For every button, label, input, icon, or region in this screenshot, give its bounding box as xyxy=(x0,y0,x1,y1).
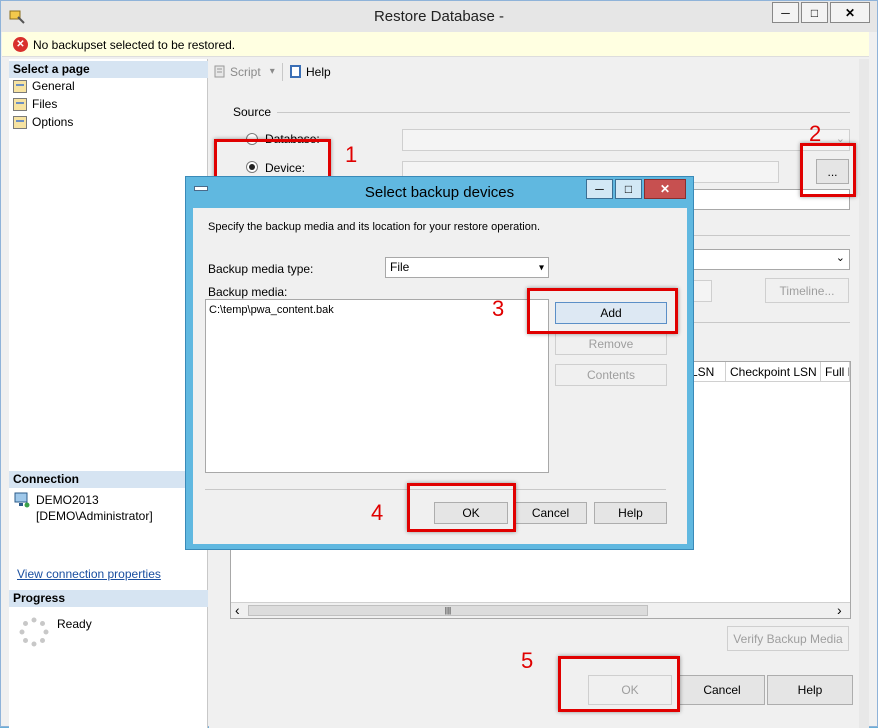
horizontal-scrollbar[interactable]: ‹ ||| › xyxy=(231,602,850,618)
destination-group-line xyxy=(679,235,850,236)
progress-spinner-icon xyxy=(18,616,50,648)
window-titlebar[interactable]: Restore Database - ─ □ ✕ xyxy=(1,1,877,32)
toolbar-separator xyxy=(282,63,283,81)
cancel-button[interactable]: Cancel xyxy=(679,675,765,705)
toolbar: Script ▾ Help xyxy=(209,59,869,85)
error-bar: ✕ No backupset selected to be restored. xyxy=(2,32,869,57)
restore-to-combo-arrow-icon: ⌄ xyxy=(835,252,845,264)
server-icon xyxy=(14,492,30,508)
help-button[interactable]: Help xyxy=(288,64,331,79)
column-header[interactable]: Full LS xyxy=(821,362,850,382)
left-pane: Select a page General Files Options Conn… xyxy=(9,59,208,728)
progress-status: Ready xyxy=(57,617,92,631)
script-dropdown-icon: ▾ xyxy=(269,66,275,77)
annotation-step-1: 1 xyxy=(345,142,358,167)
source-group-line xyxy=(277,112,850,113)
restore-to-combo[interactable]: ⌄ xyxy=(679,249,850,270)
select-page-header: Select a page xyxy=(9,61,208,78)
error-message: No backupset selected to be restored. xyxy=(33,38,236,52)
timeline-button[interactable]: Timeline... xyxy=(765,278,849,303)
minimize-button[interactable]: ─ xyxy=(772,2,799,23)
list-item[interactable]: C:\temp\pwa_content.bak xyxy=(209,304,334,316)
dialog-close-button[interactable]: ✕ xyxy=(644,179,686,199)
column-header[interactable]: Checkpoint LSN xyxy=(726,362,821,382)
connection-header: Connection xyxy=(9,471,208,488)
connection-user: [DEMO\Administrator] xyxy=(36,509,153,523)
help-label: Help xyxy=(306,64,331,79)
page-icon xyxy=(13,115,27,129)
annotation-box-browse xyxy=(800,143,856,197)
help-icon xyxy=(290,65,301,78)
page-general[interactable]: General xyxy=(13,79,75,93)
annotation-step-5: 5 xyxy=(521,648,534,673)
media-type-select[interactable]: File ▾ xyxy=(385,257,549,278)
page-icon xyxy=(13,79,27,93)
page-options[interactable]: Options xyxy=(13,115,73,129)
media-type-dropdown-icon: ▾ xyxy=(538,262,544,273)
backup-media-label: Backup media: xyxy=(208,285,288,299)
dialog-titlebar[interactable]: Select backup devices ─ □ ✕ xyxy=(186,177,693,207)
verify-backup-media-button[interactable]: Verify Backup Media xyxy=(727,626,849,651)
view-connection-properties-link[interactable]: View connection properties xyxy=(17,567,161,581)
page-files[interactable]: Files xyxy=(13,97,57,111)
dialog-instruction: Specify the backup media and its locatio… xyxy=(208,221,541,233)
script-label: Script xyxy=(230,64,261,79)
script-icon xyxy=(214,65,225,78)
maximize-button[interactable]: □ xyxy=(801,2,828,23)
annotation-box-add xyxy=(527,288,678,334)
backup-sets-group-line xyxy=(679,322,850,323)
scroll-left-icon[interactable]: ‹ xyxy=(235,603,240,618)
close-button[interactable]: ✕ xyxy=(830,2,870,23)
script-button[interactable]: Script ▾ xyxy=(212,64,275,79)
dialog-cancel-button[interactable]: Cancel xyxy=(514,502,587,524)
remove-button[interactable]: Remove xyxy=(555,333,667,355)
annotation-box-dialog-ok xyxy=(407,483,516,532)
backup-media-list[interactable]: C:\temp\pwa_content.bak xyxy=(205,299,549,473)
media-type-value: File xyxy=(390,260,410,274)
scroll-thumb[interactable]: ||| xyxy=(248,605,648,616)
page-label: Options xyxy=(32,115,74,129)
annotation-step-2: 2 xyxy=(809,121,822,146)
page-label: Files xyxy=(32,97,58,111)
contents-button[interactable]: Contents xyxy=(555,364,667,386)
annotation-box-main-ok xyxy=(558,656,680,712)
scroll-right-icon[interactable]: › xyxy=(837,603,842,618)
dialog-maximize-button[interactable]: □ xyxy=(615,179,642,199)
error-icon: ✕ xyxy=(13,37,28,52)
vertical-scrollbar[interactable] xyxy=(859,59,869,728)
media-type-label: Backup media type: xyxy=(208,262,314,276)
annotation-step-3: 3 xyxy=(492,296,505,321)
window-title: Restore Database - xyxy=(373,8,505,25)
database-combo[interactable]: ⌄ xyxy=(402,129,850,151)
dialog-minimize-button[interactable]: ─ xyxy=(586,179,613,199)
source-group-label: Source xyxy=(233,105,272,119)
scroll-thumb-grip: ||| xyxy=(444,606,452,615)
page-label: General xyxy=(32,79,75,93)
help-main-button[interactable]: Help xyxy=(767,675,853,705)
page-icon xyxy=(13,97,27,111)
annotation-step-4: 4 xyxy=(371,500,384,525)
dialog-help-button[interactable]: Help xyxy=(594,502,667,524)
server-name: DEMO2013 xyxy=(36,493,99,507)
progress-header: Progress xyxy=(9,590,208,607)
